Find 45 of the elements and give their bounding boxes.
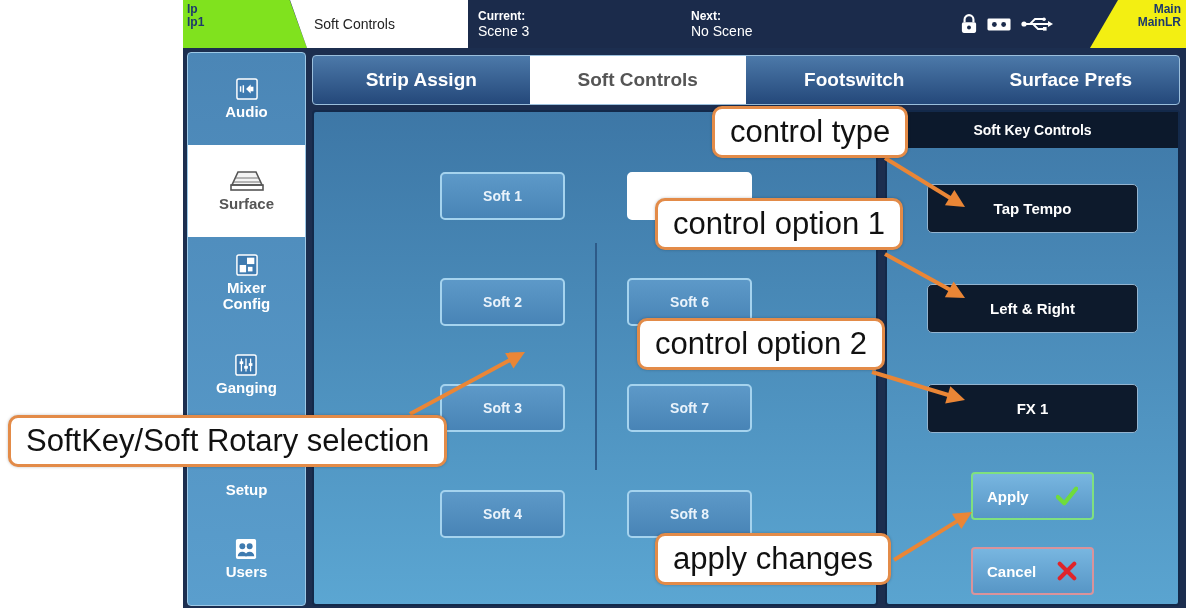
output-label: Main bbox=[1153, 3, 1181, 16]
console-icon bbox=[229, 170, 264, 192]
sidebar-item[interactable]: Mixer Config bbox=[203, 251, 290, 315]
speaker-icon bbox=[235, 78, 258, 100]
screen-title: Soft Controls bbox=[290, 0, 468, 48]
tab[interactable]: Strip Assign bbox=[313, 56, 530, 104]
output-label: MainLR bbox=[1137, 16, 1181, 29]
soft-key-button[interactable]: Soft 8 bbox=[627, 490, 752, 538]
sliders-icon bbox=[235, 354, 258, 376]
sidebar-item[interactable]: Surface bbox=[188, 145, 305, 237]
cancel-button[interactable]: Cancel bbox=[971, 547, 1094, 595]
callout-tooltip: SoftKey/Soft Rotary selection bbox=[8, 415, 448, 467]
cassette-icon bbox=[987, 17, 1011, 31]
callout-tooltip: control option 1 bbox=[655, 198, 903, 250]
next-scene-value: No Scene bbox=[691, 24, 753, 39]
option-field[interactable]: Left & Right bbox=[927, 284, 1138, 333]
blocks-icon bbox=[235, 254, 258, 276]
current-scene-value: Scene 3 bbox=[478, 24, 530, 39]
option-field[interactable]: Tap Tempo bbox=[927, 184, 1138, 233]
input-label: Ip1 bbox=[187, 16, 205, 29]
soft-key-button[interactable]: Soft 1 bbox=[440, 172, 565, 220]
soft-key-button[interactable]: Soft 3 bbox=[440, 384, 565, 432]
callout-tooltip: apply changes bbox=[655, 533, 891, 585]
callout-tooltip: control option 2 bbox=[637, 318, 885, 370]
current-scene-label: Current: bbox=[478, 9, 526, 24]
sidebar-item[interactable]: Setup bbox=[217, 479, 276, 501]
cross-icon bbox=[1056, 561, 1078, 581]
apply-button[interactable]: Apply bbox=[971, 472, 1094, 520]
tab[interactable]: Footswitch bbox=[746, 56, 963, 104]
option-field[interactable]: FX 1 bbox=[927, 384, 1138, 433]
sidebar-item[interactable]: Audio bbox=[217, 75, 276, 123]
tab[interactable]: Surface Prefs bbox=[962, 56, 1179, 104]
soft-key-button[interactable]: Soft 4 bbox=[440, 490, 565, 538]
check-icon bbox=[1056, 486, 1078, 506]
callout-tooltip: control type bbox=[712, 106, 909, 158]
soft-key-button[interactable]: Soft 7 bbox=[627, 384, 752, 432]
soft-key-button[interactable]: Soft 2 bbox=[440, 278, 565, 326]
padlock-icon bbox=[961, 14, 977, 34]
usb-icon bbox=[1021, 17, 1053, 31]
sidebar-item[interactable]: Users bbox=[217, 535, 276, 583]
users-icon bbox=[235, 538, 258, 560]
tab[interactable]: Soft Controls bbox=[529, 56, 746, 104]
next-scene-label: Next: bbox=[691, 9, 721, 24]
input-label: Ip bbox=[187, 3, 198, 16]
sidebar-item[interactable]: Ganging bbox=[208, 351, 285, 399]
